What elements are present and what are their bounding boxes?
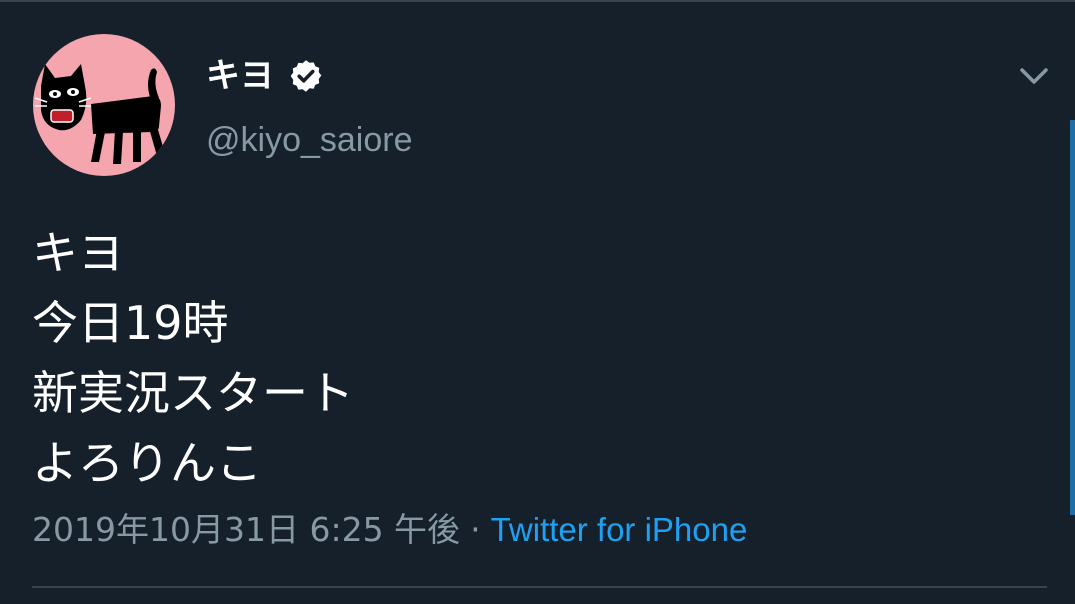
avatar[interactable] [33,34,175,176]
tweet-text-line: 今日19時 [32,296,229,350]
meta-separator: · [470,510,481,549]
tweet-timestamp[interactable]: 2019年10月31日 6:25 午後 [32,510,460,549]
tweet-text-line: キヨ [32,226,124,280]
display-name[interactable]: キヨ [206,54,274,98]
verified-badge-icon [288,58,324,94]
black-cat-avatar-icon [34,64,165,164]
author-name-row[interactable]: キヨ [206,54,324,98]
chevron-down-icon[interactable] [1016,62,1052,90]
user-handle[interactable]: @kiyo_saiore [206,118,413,162]
tweet-detail: キヨ @kiyo_saiore キヨ 今日19時 新実況スタート よろりんこ 2… [0,0,1075,604]
tweet-text-line: よろりんこ [32,436,262,490]
tweet-source-link[interactable]: Twitter for iPhone [491,511,748,548]
divider [32,586,1047,588]
tweet-meta: 2019年10月31日 6:25 午後 · Twitter for iPhone [32,508,747,552]
tweet-text: キヨ 今日19時 新実況スタート よろりんこ [32,218,354,498]
tweet-text-line: 新実況スタート [32,366,354,420]
